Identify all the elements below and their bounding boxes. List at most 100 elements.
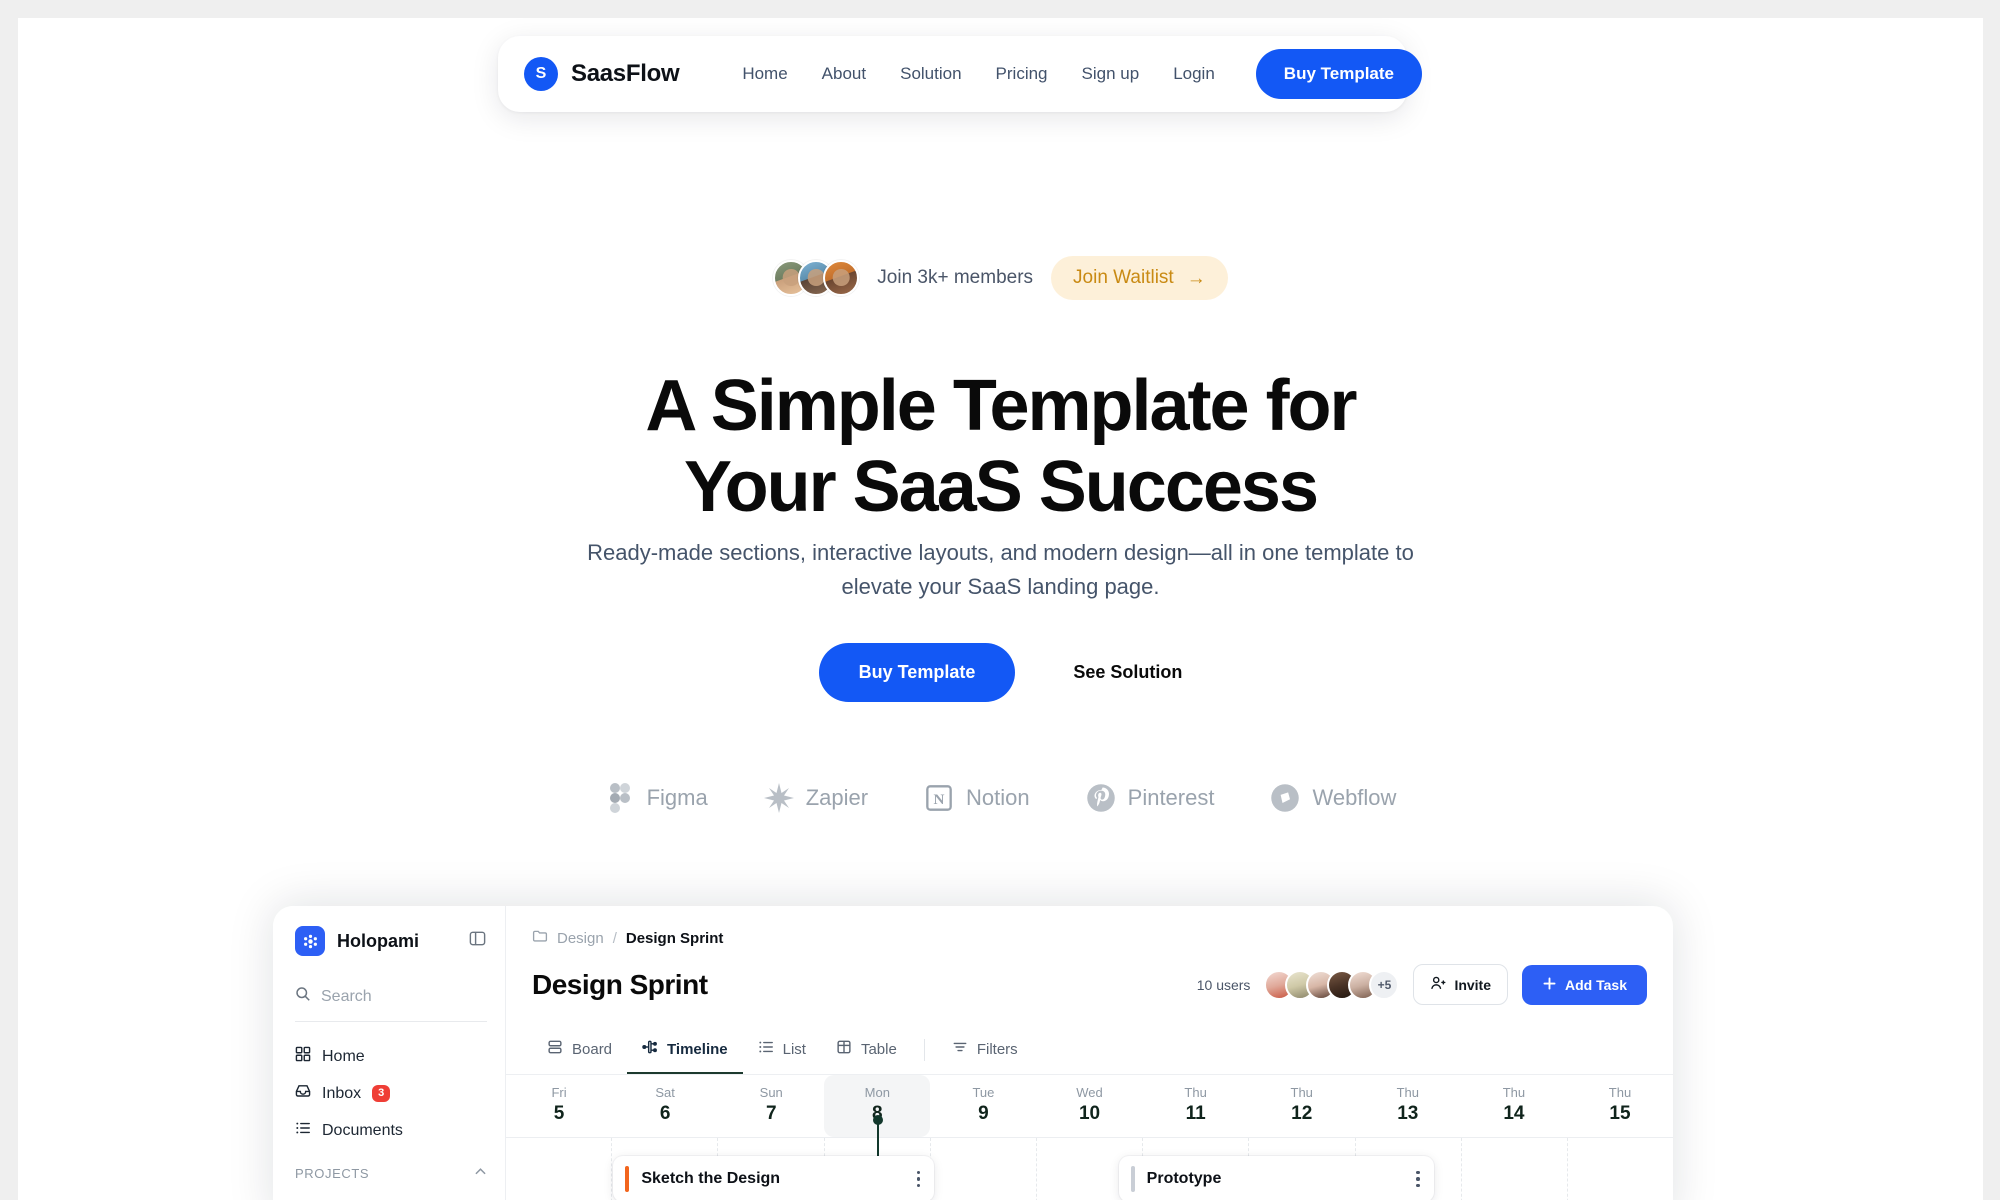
breadcrumb-current: Design Sprint xyxy=(625,929,724,947)
user-avatar-stack[interactable]: +5 xyxy=(1264,969,1400,1000)
day-name: Mon xyxy=(864,1085,890,1100)
app-sidebar: Holopami Search Home Inbox 3 Documents P… xyxy=(273,906,505,1200)
nav-links: Home About Solution Pricing Sign up Logi… xyxy=(725,58,1231,90)
tab-list[interactable]: List xyxy=(743,1031,821,1074)
view-tabs: Board Timeline List Table Filters xyxy=(506,1017,1673,1075)
nav-link-signup[interactable]: Sign up xyxy=(1065,58,1157,90)
timeline-day-12[interactable]: Thu 12 xyxy=(1249,1075,1355,1137)
timeline-day-10[interactable]: Wed 10 xyxy=(1036,1075,1142,1137)
logo-zapier: Zapier xyxy=(763,783,868,813)
task-label: Sketch the Design xyxy=(641,1170,781,1187)
user-add-icon xyxy=(1430,975,1446,994)
timeline-day-7[interactable]: Sun 7 xyxy=(718,1075,824,1137)
task-accent-bar xyxy=(1130,1166,1135,1192)
add-task-button[interactable]: Add Task xyxy=(1522,964,1647,1005)
hero-actions: Buy Template See Solution xyxy=(18,643,1983,702)
workspace-logo-icon xyxy=(295,926,325,956)
timeline-grid-cell xyxy=(1568,1138,1673,1200)
timeline-day-14[interactable]: Thu 14 xyxy=(1461,1075,1567,1137)
filters-button[interactable]: Filters xyxy=(937,1031,1033,1074)
workspace-name: Holopami xyxy=(337,930,420,951)
join-waitlist-button[interactable]: Join Waitlist → xyxy=(1051,256,1228,300)
project-header: Design Sprint 10 users +5 Invite Add Tas… xyxy=(506,948,1673,1005)
nav-link-login[interactable]: Login xyxy=(1156,58,1232,90)
sidebar-item-documents[interactable]: Documents xyxy=(295,1112,487,1149)
folder-icon xyxy=(532,928,548,948)
hero-subtitle-line-1: Ready-made sections, interactive layouts… xyxy=(587,540,1390,565)
timeline-day-11[interactable]: Thu 11 xyxy=(1143,1075,1249,1137)
day-number: 5 xyxy=(553,1103,565,1124)
sidebar-item-home[interactable]: Home xyxy=(295,1038,487,1075)
timeline-day-6[interactable]: Sat 6 xyxy=(612,1075,718,1137)
member-avatars xyxy=(773,260,860,296)
day-number: 11 xyxy=(1185,1103,1206,1124)
sidebar-search[interactable] xyxy=(295,982,487,1022)
logo-pinterest: Pinterest xyxy=(1086,783,1215,813)
list-icon xyxy=(295,1120,311,1141)
timeline-day-15[interactable]: Thu 15 xyxy=(1567,1075,1673,1137)
webflow-icon xyxy=(1270,783,1300,813)
breadcrumb-parent[interactable]: Design xyxy=(557,930,604,947)
logo-figma: Figma xyxy=(605,783,708,813)
search-input[interactable] xyxy=(321,987,471,1006)
list-view-icon xyxy=(758,1039,774,1059)
day-name: Thu xyxy=(1502,1085,1526,1100)
nav-link-solution[interactable]: Solution xyxy=(883,58,978,90)
tab-board[interactable]: Board xyxy=(532,1031,627,1074)
nav-link-about[interactable]: About xyxy=(805,58,883,90)
buy-template-button-nav[interactable]: Buy Template xyxy=(1255,49,1423,99)
search-icon xyxy=(295,986,311,1007)
timeline-grid-cell xyxy=(1462,1138,1568,1200)
buy-template-button-hero[interactable]: Buy Template xyxy=(818,643,1016,702)
notion-icon: N xyxy=(924,783,954,813)
breadcrumb: Design / Design Sprint xyxy=(506,906,1673,948)
tab-table[interactable]: Table xyxy=(821,1031,912,1074)
zapier-icon xyxy=(763,783,794,813)
hero-title-line-2: Your SaaS Success xyxy=(683,446,1319,527)
sidebar-item-label: Inbox xyxy=(322,1084,362,1102)
breadcrumb-separator: / xyxy=(612,929,617,947)
plus-icon xyxy=(1542,976,1557,994)
figma-icon xyxy=(605,783,635,813)
sidebar-section-projects[interactable]: PROJECTS xyxy=(295,1165,487,1181)
nav-link-home[interactable]: Home xyxy=(725,58,804,90)
sidebar-item-label: Home xyxy=(322,1047,365,1065)
project-title: Design Sprint xyxy=(532,968,708,1000)
tab-label: Table xyxy=(860,1040,897,1058)
timeline-day-9[interactable]: Tue 9 xyxy=(930,1075,1036,1137)
day-number: 15 xyxy=(1609,1103,1631,1124)
brand[interactable]: S SaasFlow xyxy=(524,57,680,91)
grid-icon xyxy=(295,1046,311,1067)
day-name: Thu xyxy=(1184,1085,1207,1100)
timeline-day-13[interactable]: Thu 13 xyxy=(1355,1075,1461,1137)
day-number: 7 xyxy=(765,1103,777,1124)
brand-name: SaasFlow xyxy=(571,60,680,87)
nav-link-pricing[interactable]: Pricing xyxy=(979,58,1065,90)
logo-label: Notion xyxy=(966,785,1030,810)
timeline-grid-cell xyxy=(931,1138,1037,1200)
timeline-day-5[interactable]: Fri 5 xyxy=(506,1075,612,1137)
timeline-task-bar[interactable]: Sketch the Design xyxy=(613,1156,935,1200)
day-number: 14 xyxy=(1503,1103,1525,1124)
see-solution-button[interactable]: See Solution xyxy=(1073,662,1182,683)
tab-timeline[interactable]: Timeline xyxy=(627,1031,743,1074)
timeline-task-bar[interactable]: Prototype xyxy=(1118,1156,1434,1200)
chevron-up-icon[interactable] xyxy=(474,1165,487,1181)
sidebar-section-label: PROJECTS xyxy=(295,1165,370,1181)
more-options-icon[interactable] xyxy=(1416,1170,1420,1188)
day-name: Thu xyxy=(1608,1085,1632,1100)
logo-label: Webflow xyxy=(1312,785,1397,810)
app-main: Design / Design Sprint Design Sprint 10 … xyxy=(505,906,1673,1200)
day-number: 6 xyxy=(659,1103,671,1124)
panel-collapse-icon[interactable] xyxy=(468,929,487,953)
inbox-badge: 3 xyxy=(372,1084,391,1103)
more-options-icon[interactable] xyxy=(916,1170,921,1188)
day-number: 12 xyxy=(1291,1103,1313,1124)
timeline-grid-cell xyxy=(506,1138,613,1200)
logo-label: Pinterest xyxy=(1127,785,1215,810)
invite-button[interactable]: Invite xyxy=(1413,964,1509,1005)
sidebar-item-inbox[interactable]: Inbox 3 xyxy=(295,1075,487,1112)
social-proof-row: Join 3k+ members Join Waitlist → xyxy=(18,256,1983,300)
workspace-switcher[interactable]: Holopami xyxy=(295,926,419,956)
invite-button-label: Invite xyxy=(1454,976,1492,993)
